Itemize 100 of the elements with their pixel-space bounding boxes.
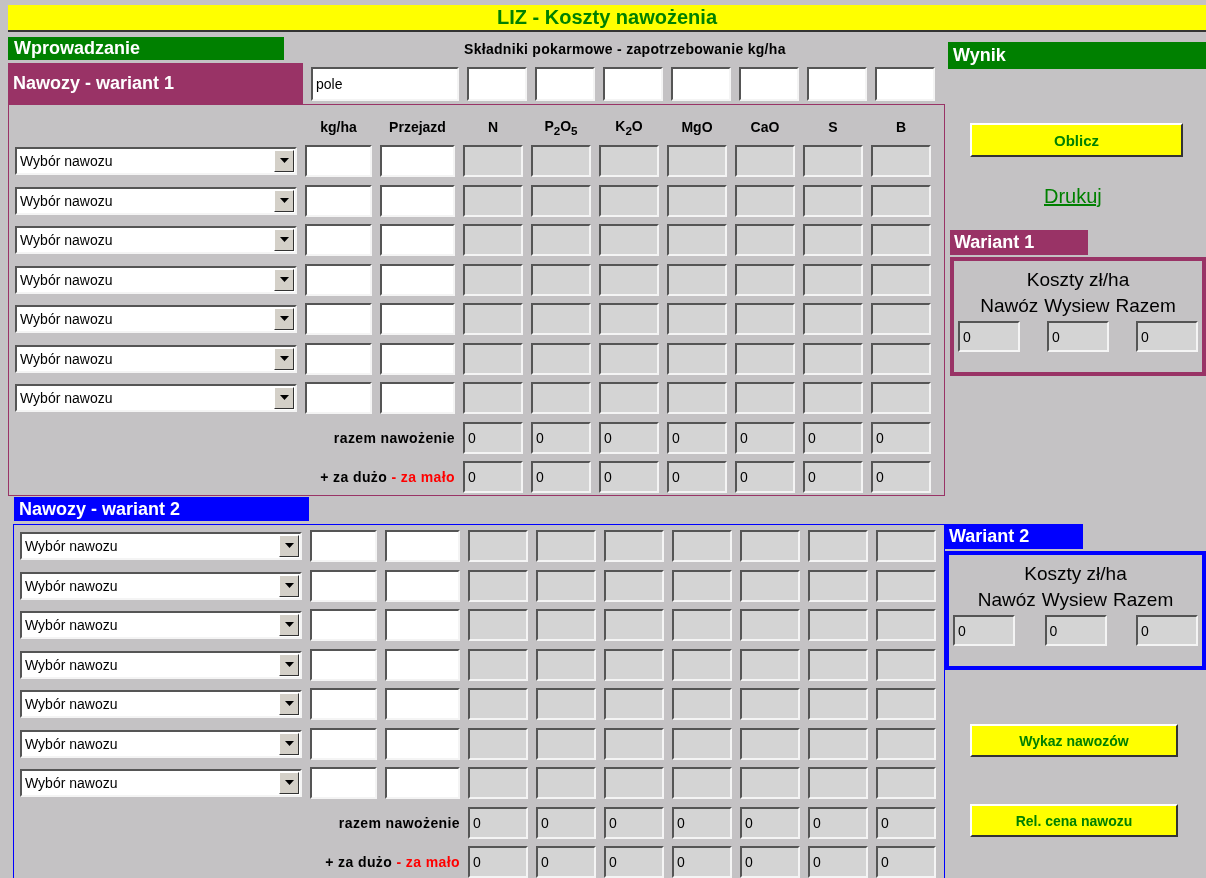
input-field[interactable] bbox=[310, 767, 377, 799]
dropdown[interactable]: Wybór nawozu bbox=[15, 226, 297, 254]
input-field[interactable] bbox=[467, 66, 527, 101]
result-field bbox=[599, 342, 659, 375]
input-field[interactable] bbox=[305, 303, 372, 335]
input-field[interactable] bbox=[385, 767, 460, 799]
result-field bbox=[871, 342, 931, 375]
dropdown[interactable]: Wybór nawozu bbox=[15, 186, 297, 215]
input-field[interactable] bbox=[380, 303, 455, 335]
result-field: 0 bbox=[958, 321, 1020, 352]
result-field bbox=[536, 609, 596, 641]
input-field[interactable] bbox=[305, 342, 372, 375]
result-field: 0 bbox=[599, 421, 659, 454]
input-field[interactable] bbox=[807, 66, 867, 101]
result-field bbox=[531, 263, 591, 296]
input-field[interactable] bbox=[305, 382, 372, 414]
dropdown[interactable]: Wybór nawozu bbox=[15, 265, 297, 294]
input-field[interactable] bbox=[380, 382, 455, 414]
dropdown[interactable]: Wybór nawozu bbox=[20, 690, 302, 718]
dropdown[interactable]: Wybór nawozu bbox=[20, 532, 302, 560]
input-field[interactable] bbox=[603, 66, 663, 101]
cost-caption: Koszty zł/ha bbox=[1024, 563, 1127, 585]
result-field bbox=[803, 224, 863, 256]
dropdown[interactable]: Wybór nawozu bbox=[15, 147, 297, 175]
column-header: Przejazd bbox=[388, 119, 447, 135]
result-field bbox=[599, 224, 659, 256]
input-field[interactable] bbox=[305, 224, 372, 256]
row-label: + za dużo bbox=[325, 854, 393, 870]
result-field: 0 bbox=[536, 846, 596, 878]
result-field bbox=[871, 382, 931, 414]
dropdown[interactable]: Wybór nawozu bbox=[20, 571, 302, 600]
result-field bbox=[531, 184, 591, 217]
input-field[interactable] bbox=[305, 145, 372, 177]
input-field[interactable] bbox=[875, 66, 935, 101]
result-field: 0 bbox=[740, 846, 800, 878]
result-field bbox=[599, 145, 659, 177]
result-field bbox=[672, 727, 732, 760]
input-field[interactable] bbox=[385, 569, 460, 602]
result-field bbox=[735, 145, 795, 177]
result-field: 0 bbox=[667, 421, 727, 454]
caret-icon bbox=[279, 535, 299, 557]
list-button[interactable]: Wykaz nawozów bbox=[970, 724, 1178, 757]
result-field: 0 bbox=[1136, 615, 1198, 646]
caret-icon bbox=[279, 574, 299, 597]
input-field[interactable]: pole bbox=[311, 66, 459, 101]
input-field[interactable] bbox=[385, 530, 460, 562]
input-field[interactable] bbox=[305, 263, 372, 296]
dropdown[interactable]: Wybór nawozu bbox=[20, 769, 302, 797]
input-field[interactable] bbox=[385, 688, 460, 720]
result-field bbox=[876, 727, 936, 760]
result-field: 0 bbox=[803, 461, 863, 493]
input-field[interactable] bbox=[535, 66, 595, 101]
input-field[interactable] bbox=[310, 688, 377, 720]
input-field[interactable] bbox=[385, 727, 460, 760]
column-header: Wysiew bbox=[1044, 295, 1110, 317]
result-field bbox=[667, 145, 727, 177]
caret-icon bbox=[274, 308, 294, 330]
dropdown[interactable]: Wybór nawozu bbox=[15, 305, 297, 333]
input-field[interactable] bbox=[385, 648, 460, 681]
input-field[interactable] bbox=[305, 184, 372, 217]
result-field bbox=[740, 530, 800, 562]
dropdown[interactable]: Wybór nawozu bbox=[20, 611, 302, 639]
dropdown[interactable]: Wybór nawozu bbox=[15, 344, 297, 373]
result-field: 0 bbox=[1136, 321, 1198, 352]
result-field: 0 bbox=[672, 846, 732, 878]
caret-icon bbox=[279, 653, 299, 676]
dropdown[interactable]: Wybór nawozu bbox=[20, 650, 302, 679]
input-field[interactable] bbox=[380, 145, 455, 177]
calculate-button[interactable]: Oblicz bbox=[970, 123, 1183, 157]
input-field[interactable] bbox=[380, 342, 455, 375]
result-field bbox=[672, 530, 732, 562]
input-field[interactable] bbox=[380, 224, 455, 256]
input-field[interactable] bbox=[385, 609, 460, 641]
result-field bbox=[604, 688, 664, 720]
input-field[interactable] bbox=[380, 263, 455, 296]
input-field[interactable] bbox=[310, 530, 377, 562]
result-field: 0 bbox=[667, 461, 727, 493]
dropdown[interactable]: Wybór nawozu bbox=[20, 729, 302, 758]
result-field: 0 bbox=[531, 421, 591, 454]
result-field bbox=[468, 648, 528, 681]
input-field[interactable] bbox=[310, 727, 377, 760]
input-field[interactable] bbox=[310, 569, 377, 602]
variant-title: Nawozy - wariant 1 bbox=[8, 63, 303, 104]
column-header: CaO bbox=[749, 119, 781, 135]
dropdown[interactable]: Wybór nawozu bbox=[15, 384, 297, 412]
input-field[interactable] bbox=[310, 648, 377, 681]
column-header: S bbox=[827, 119, 839, 135]
cost-caption: Koszty zł/ha bbox=[1026, 269, 1130, 291]
result-field bbox=[740, 609, 800, 641]
row-label: razem nawożenie bbox=[338, 814, 460, 831]
caret-icon bbox=[274, 268, 294, 291]
column-header: B bbox=[894, 119, 908, 135]
result-field bbox=[876, 609, 936, 641]
result-field: 0 bbox=[463, 421, 523, 454]
result-field bbox=[740, 727, 800, 760]
input-field[interactable] bbox=[671, 66, 731, 101]
input-field[interactable] bbox=[310, 609, 377, 641]
input-field[interactable] bbox=[380, 184, 455, 217]
list-button[interactable]: Rel. cena nawozu bbox=[970, 804, 1178, 837]
input-field[interactable] bbox=[739, 66, 799, 101]
